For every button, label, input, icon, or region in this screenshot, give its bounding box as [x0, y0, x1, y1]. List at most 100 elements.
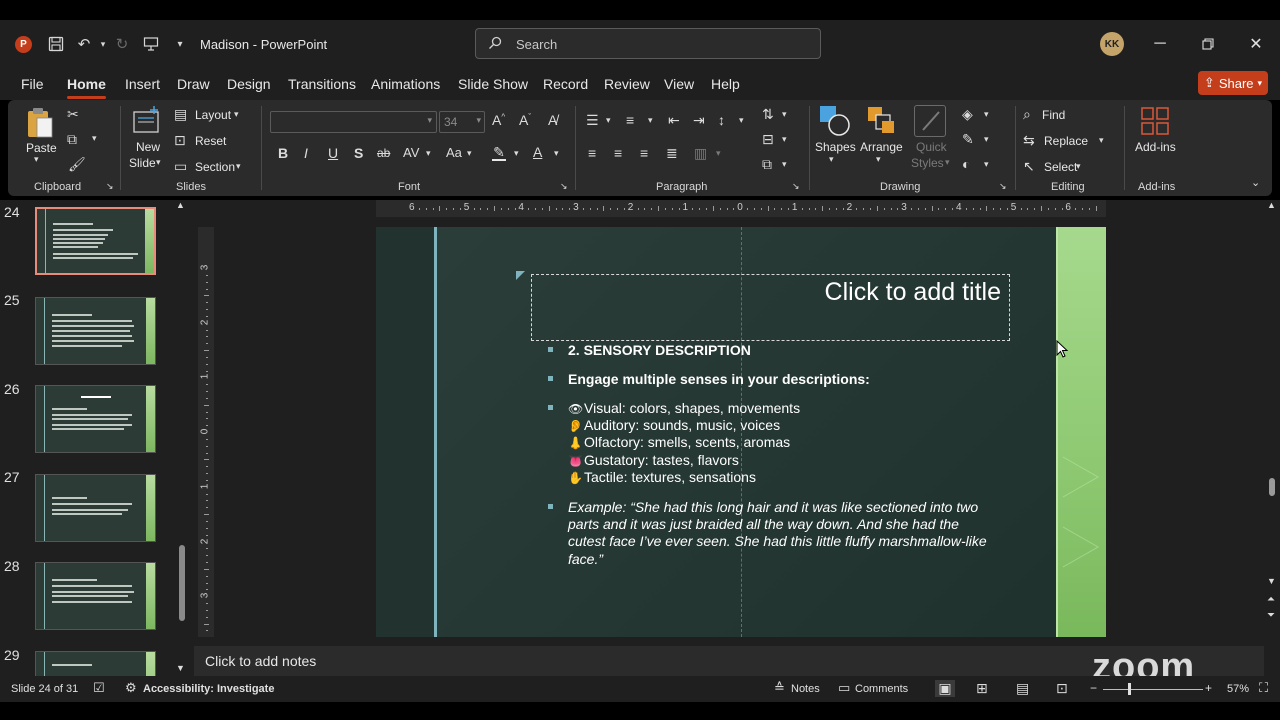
redo-icon[interactable]: ↻ [112, 34, 132, 54]
text-shadow-button[interactable]: S [354, 145, 363, 161]
shape-fill-icon[interactable]: ◈ [962, 106, 973, 123]
replace-dropdown-icon[interactable]: ▾ [1099, 135, 1104, 146]
quick-styles-label-line1[interactable]: Quick [916, 140, 947, 154]
slide-sorter-icon[interactable]: ⊞ [976, 680, 988, 697]
reset-icon[interactable]: ⊡ [174, 132, 186, 149]
slide-thumbnail-28[interactable] [35, 562, 156, 630]
paste-dropdown-icon[interactable]: ▾ [34, 154, 39, 165]
smartart-dropdown-icon[interactable]: ▾ [782, 159, 787, 170]
line-spacing-dropdown-icon[interactable]: ▾ [739, 115, 744, 126]
arrange-dropdown-icon[interactable]: ▾ [876, 154, 881, 165]
zoom-in-icon[interactable]: + [1205, 681, 1212, 695]
zoom-level[interactable]: 57% [1227, 683, 1249, 695]
copy-icon[interactable]: ⧉ [67, 131, 77, 148]
slide-thumbnail-25[interactable] [35, 297, 156, 365]
columns-dropdown-icon[interactable]: ▾ [716, 148, 721, 159]
present-from-start-icon[interactable] [141, 34, 161, 54]
bold-button[interactable]: B [278, 145, 288, 161]
columns-icon[interactable]: ▥ [694, 145, 707, 162]
new-slide-label-line1[interactable]: New [136, 140, 160, 154]
editor-scrollbar[interactable]: ▲ ▼ ⏶ ⏷ [1264, 200, 1280, 676]
shape-outline-dropdown-icon[interactable]: ▾ [984, 134, 989, 145]
save-icon[interactable] [46, 34, 66, 54]
find-button[interactable]: Find [1042, 108, 1065, 122]
font-color-icon[interactable]: A [533, 144, 542, 160]
align-right-icon[interactable]: ≡ [640, 145, 648, 161]
title-placeholder[interactable]: Click to add title [516, 271, 1010, 341]
example-line[interactable]: cutest face I’ve ever seen. She had this… [568, 533, 987, 549]
section-dropdown-icon[interactable]: ▾ [236, 161, 241, 172]
shape-outline-icon[interactable]: ✎ [962, 131, 974, 148]
replace-icon[interactable]: ⇆ [1023, 132, 1035, 149]
align-left-icon[interactable]: ≡ [588, 145, 596, 161]
tab-help[interactable]: Help [711, 76, 740, 92]
editor-scroll-down-icon[interactable]: ▼ [1267, 576, 1276, 586]
sense-item-visual[interactable]: 👁Visual: colors, shapes, movements [568, 400, 800, 416]
thumb-scroll-up-icon[interactable]: ▲ [176, 200, 185, 210]
close-icon[interactable]: ✕ [1244, 32, 1268, 56]
slide-heading[interactable]: 2. SENSORY DESCRIPTION [568, 342, 751, 358]
align-text-dropdown-icon[interactable]: ▾ [782, 134, 787, 145]
tab-insert[interactable]: Insert [125, 76, 160, 92]
replace-button[interactable]: Replace [1044, 134, 1088, 148]
new-slide-icon[interactable] [132, 106, 162, 134]
example-line[interactable]: Example: “She had this long hair and it … [568, 499, 978, 515]
clipboard-launcher-icon[interactable]: ↘ [106, 181, 114, 192]
new-slide-dropdown-icon[interactable]: ▾ [156, 157, 161, 168]
font-name-dropdown-icon[interactable]: ▾ [427, 115, 432, 126]
add-ins-icon[interactable] [1140, 106, 1170, 136]
notes-toggle[interactable]: Notes [791, 683, 820, 695]
comments-icon[interactable]: ▭ [838, 680, 850, 696]
example-line[interactable]: face.” [568, 551, 603, 567]
text-direction-icon[interactable]: ⇅ [762, 106, 774, 123]
numbering-icon[interactable]: ≡ [626, 112, 634, 128]
slide-thumbnail-29[interactable] [35, 651, 156, 676]
section-icon[interactable]: ▭ [174, 158, 187, 175]
shape-effects-icon[interactable]: ◐ [962, 156, 970, 172]
restore-icon[interactable] [1196, 32, 1220, 56]
shapes-icon[interactable] [819, 105, 851, 137]
notes-icon[interactable]: ≙ [774, 680, 785, 696]
tab-animations[interactable]: Animations [371, 76, 440, 92]
layout-dropdown-icon[interactable]: ▾ [234, 109, 239, 120]
character-spacing-dropdown-icon[interactable]: ▾ [426, 148, 431, 159]
increase-font-size-icon[interactable]: A^ [492, 112, 505, 128]
example-line[interactable]: parts and it was just braided all the wa… [568, 516, 959, 532]
justify-icon[interactable]: ≣ [666, 145, 678, 162]
character-spacing-button[interactable]: AV [403, 145, 419, 160]
new-slide-label-line2[interactable]: Slide [129, 156, 156, 170]
highlight-color-icon[interactable]: ✎ [492, 144, 506, 161]
strikethrough-button[interactable]: ab [377, 146, 390, 160]
quick-styles-dropdown-icon[interactable]: ▾ [945, 157, 950, 168]
comments-toggle[interactable]: Comments [855, 683, 908, 695]
underline-button[interactable]: U [328, 145, 338, 161]
slide-thumbnail-24[interactable] [34, 206, 157, 276]
tab-record[interactable]: Record [543, 76, 588, 92]
slide-thumbnail-27[interactable] [35, 474, 156, 542]
shape-fill-dropdown-icon[interactable]: ▾ [984, 109, 989, 120]
font-launcher-icon[interactable]: ↘ [560, 181, 568, 192]
paste-button[interactable]: Paste [26, 141, 57, 155]
clear-formatting-icon[interactable]: A̸ [548, 112, 557, 128]
slide-subheading[interactable]: Engage multiple senses in your descripti… [568, 371, 870, 387]
tab-draw[interactable]: Draw [177, 76, 210, 92]
tab-file[interactable]: File [21, 76, 44, 92]
tab-view[interactable]: View [664, 76, 694, 92]
copy-dropdown-icon[interactable]: ▾ [92, 133, 97, 144]
sense-item-gustatory[interactable]: 👅Gustatory: tastes, flavors [568, 452, 739, 468]
change-case-button[interactable]: Aa [446, 145, 462, 160]
layout-button[interactable]: Layout [195, 108, 231, 122]
sense-item-tactile[interactable]: ✋Tactile: textures, sensations [568, 469, 756, 485]
accessibility-status[interactable]: Accessibility: Investigate [143, 683, 274, 695]
next-slide-icon[interactable]: ⏷ [1267, 610, 1275, 621]
line-spacing-icon[interactable]: ↕ [718, 112, 725, 128]
tab-transitions[interactable]: Transitions [288, 76, 356, 92]
accessibility-icon[interactable]: ⚙ [125, 680, 137, 696]
paste-icon[interactable] [25, 106, 55, 140]
share-button[interactable]: ⇪ Share ▾ [1198, 71, 1268, 95]
thumb-scroll-down-icon[interactable]: ▼ [176, 663, 185, 673]
sense-item-olfactory[interactable]: 👃Olfactory: smells, scents, aromas [568, 434, 790, 450]
slide-thumbnail-26[interactable] [35, 385, 156, 453]
slide-show-icon[interactable]: ⊡ [1056, 680, 1068, 697]
select-button[interactable]: Select [1044, 160, 1077, 174]
